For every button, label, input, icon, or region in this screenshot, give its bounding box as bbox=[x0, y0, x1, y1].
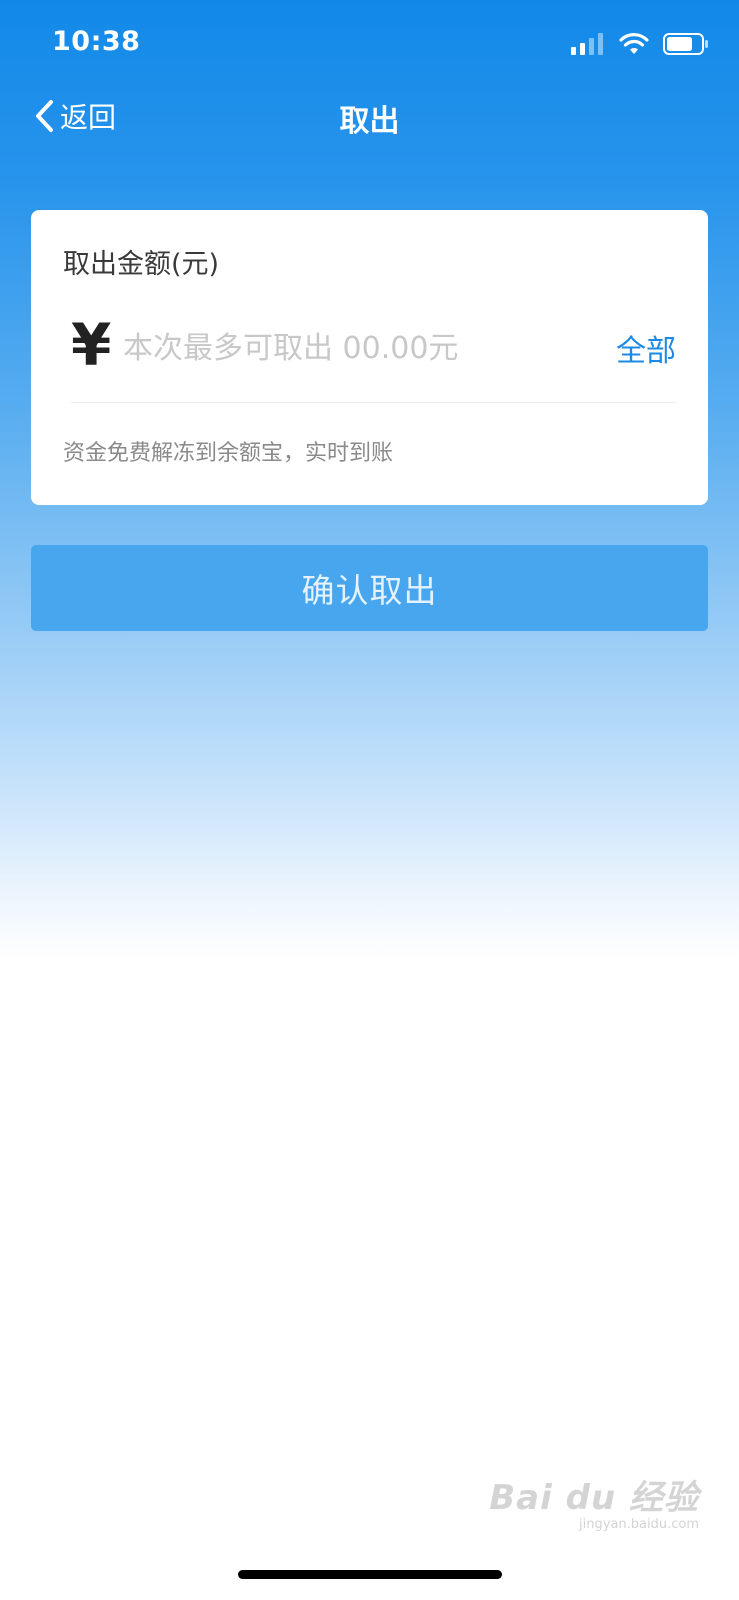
watermark-sub: jingyan.baidu.com bbox=[579, 1517, 699, 1532]
watermark-main: Bai du 经验 bbox=[489, 1478, 699, 1518]
withdraw-all-button[interactable]: 全部 bbox=[616, 326, 676, 370]
withdraw-card: 取出金额(元) ¥ 全部 资金免费解冻到余额宝，实时到账 bbox=[31, 210, 708, 505]
home-indicator[interactable] bbox=[238, 1570, 502, 1579]
battery-icon bbox=[663, 33, 708, 55]
wifi-icon bbox=[619, 33, 649, 54]
yen-icon: ¥ bbox=[71, 311, 112, 379]
amount-input[interactable] bbox=[123, 320, 543, 376]
status-icons bbox=[571, 30, 709, 58]
cellular-signal-icon bbox=[571, 33, 603, 55]
confirm-withdraw-button[interactable]: 确认取出 bbox=[31, 545, 708, 631]
status-time: 10:38 bbox=[52, 26, 141, 57]
nav-bar: 返回 取出 bbox=[0, 90, 739, 146]
watermark-logo: Bai du 经验 jingyan.baidu.com bbox=[489, 1470, 699, 1532]
page-title: 取出 bbox=[339, 104, 400, 139]
divider bbox=[71, 402, 676, 403]
amount-title: 取出金额(元) bbox=[63, 249, 220, 280]
withdraw-note: 资金免费解冻到余额宝，实时到账 bbox=[63, 441, 394, 466]
status-bar: 10:38 bbox=[0, 0, 739, 90]
